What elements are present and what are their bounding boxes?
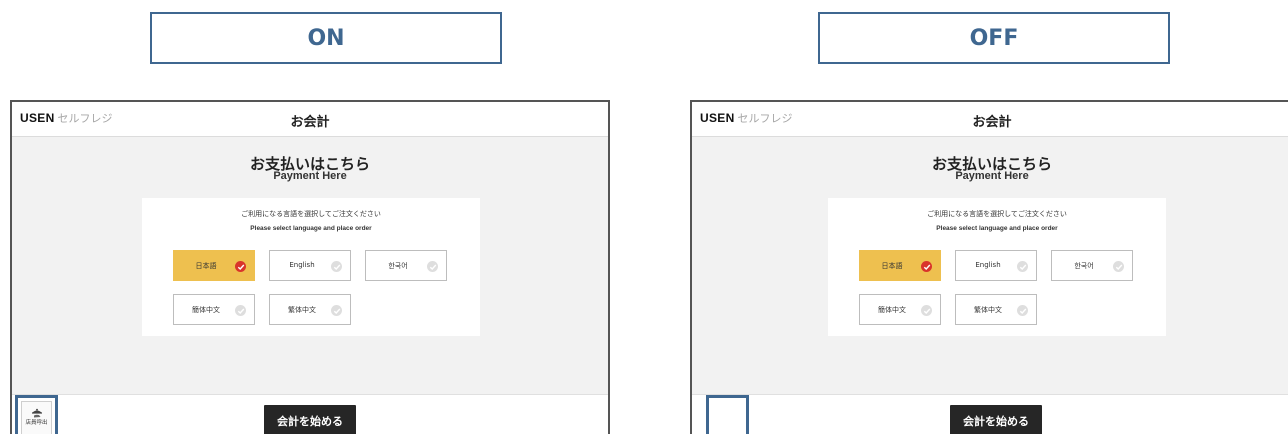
language-button-simplified-chinese[interactable]: 簡体中文: [173, 294, 255, 325]
language-button-simplified-chinese[interactable]: 簡体中文: [859, 294, 941, 325]
payment-subtitle: Payment Here: [955, 170, 1029, 182]
language-button-english[interactable]: English: [269, 250, 351, 281]
check-circle-icon: [427, 261, 438, 272]
on-state-label: ON: [150, 12, 502, 64]
off-state-label: OFF: [818, 12, 1170, 64]
kiosk-screen-off: USEN セルフレジ お会計 お支払いはこちら Payment Here ご利用に…: [690, 100, 1288, 434]
language-prompt-en: Please select language and place order: [936, 225, 1058, 232]
staff-call-highlight: [706, 395, 749, 434]
kiosk-screen-on: USEN セルフレジ お会計 お支払いはこちら Payment Here ご利用に…: [10, 100, 610, 434]
language-button-english[interactable]: English: [955, 250, 1037, 281]
check-circle-icon: [1017, 261, 1028, 272]
language-label: 繁体中文: [288, 306, 316, 314]
check-circle-icon: [1017, 305, 1028, 316]
language-label: 日本語: [881, 262, 903, 270]
staff-call-label: 店員呼出: [25, 420, 48, 426]
language-prompt-en: Please select language and place order: [250, 225, 372, 232]
language-button-traditional-chinese[interactable]: 繁体中文: [269, 294, 351, 325]
start-checkout-button[interactable]: 会計を始める: [264, 405, 356, 434]
language-button-korean[interactable]: 한국어: [1051, 250, 1133, 281]
check-circle-icon: [331, 261, 342, 272]
staff-call-button[interactable]: 店員呼出: [21, 401, 52, 434]
language-button-traditional-chinese[interactable]: 繁体中文: [955, 294, 1037, 325]
language-prompt-ja: ご利用になる言語を選択してご注文ください: [927, 210, 1067, 218]
language-label: 한국어: [1074, 262, 1094, 270]
language-select-panel: ご利用になる言語を選択してご注文ください Please select langu…: [142, 198, 480, 336]
footer-bar: 会計を始める: [692, 394, 1288, 434]
staff-call-highlight: 店員呼出: [15, 395, 58, 434]
check-circle-icon: [921, 305, 932, 316]
app-header: USEN セルフレジ お会計: [12, 102, 608, 137]
language-label: English: [289, 261, 315, 269]
payment-subtitle: Payment Here: [273, 170, 347, 182]
check-circle-icon: [1113, 261, 1124, 272]
language-button-japanese[interactable]: 日本語: [173, 250, 255, 281]
start-checkout-button[interactable]: 会計を始める: [950, 405, 1042, 434]
language-label: 簡体中文: [878, 306, 906, 314]
check-circle-icon: [331, 305, 342, 316]
footer-bar: 会計を始める: [12, 394, 608, 434]
language-label: 한국어: [388, 262, 408, 270]
language-label: 日本語: [195, 262, 217, 270]
page-title: お会計: [290, 115, 330, 130]
language-select-panel: ご利用になる言語を選択してご注文ください Please select langu…: [828, 198, 1166, 336]
language-button-japanese[interactable]: 日本語: [859, 250, 941, 281]
check-circle-icon: [235, 261, 246, 272]
language-prompt-ja: ご利用になる言語を選択してご注文ください: [241, 210, 381, 218]
app-header: USEN セルフレジ お会計: [692, 102, 1288, 137]
bell-hand-icon: [22, 404, 51, 418]
check-circle-icon: [235, 305, 246, 316]
language-label: 簡体中文: [192, 306, 220, 314]
language-label: 繁体中文: [974, 306, 1002, 314]
language-button-korean[interactable]: 한국어: [365, 250, 447, 281]
language-label: English: [975, 261, 1001, 269]
check-circle-icon: [921, 261, 932, 272]
page-title: お会計: [972, 115, 1012, 130]
